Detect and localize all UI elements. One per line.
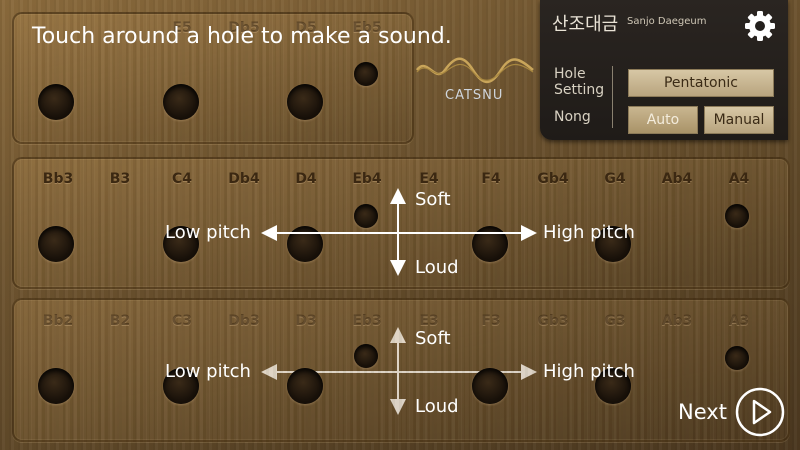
hole[interactable] <box>287 368 323 404</box>
next-button[interactable]: Next <box>676 386 788 438</box>
loud-label: Loud <box>415 396 459 417</box>
low-pitch-label: Low pitch <box>165 222 251 243</box>
soft-label: Soft <box>415 328 451 349</box>
note-label: C3 <box>171 313 193 329</box>
note-label: Db3 <box>228 313 260 329</box>
soft-label: Soft <box>415 189 451 210</box>
high-pitch-label: High pitch <box>543 222 635 243</box>
note-label: Eb3 <box>352 313 382 329</box>
note-label: B2 <box>109 313 131 329</box>
note-label: Gb3 <box>537 313 569 329</box>
note-label: Bb2 <box>42 313 74 329</box>
play-arrow-icon <box>735 387 785 437</box>
note-label: D3 <box>295 313 317 329</box>
high-pitch-label: High pitch <box>543 361 635 382</box>
next-label: Next <box>678 400 727 424</box>
note-label: F3 <box>481 313 501 329</box>
hole[interactable] <box>354 344 378 368</box>
loud-label: Loud <box>415 257 459 278</box>
low-pitch-label: Low pitch <box>165 361 251 382</box>
hole[interactable] <box>38 368 74 404</box>
note-label: G3 <box>604 313 626 329</box>
note-label: Ab3 <box>661 313 693 329</box>
note-label: A3 <box>728 313 750 329</box>
note-label: E3 <box>419 313 439 329</box>
hole[interactable] <box>725 346 749 370</box>
hole[interactable] <box>472 368 508 404</box>
